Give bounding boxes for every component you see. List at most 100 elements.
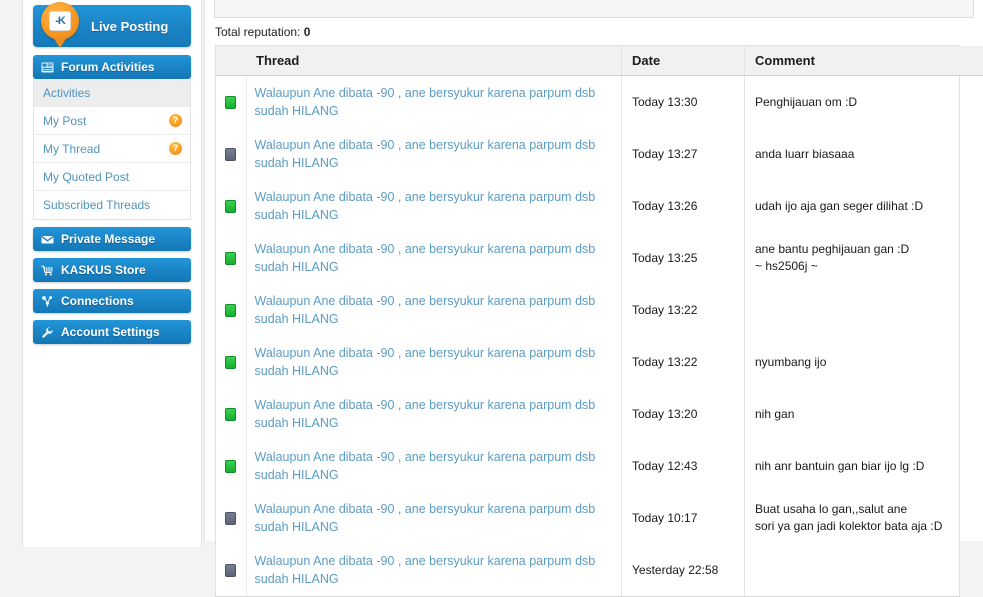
sidebar-item-my-quoted-post[interactable]: My Quoted Post <box>34 163 190 191</box>
sidebar-item-subscribed-threads[interactable]: Subscribed Threads <box>34 191 190 219</box>
comment-line: ~ hs2506j ~ <box>755 258 983 275</box>
envelope-icon <box>41 233 54 246</box>
thread-cell: Walaupun Ane dibata -90 , ane bersyukur … <box>246 544 622 596</box>
sidebar-item-label: Subscribed Threads <box>43 198 182 212</box>
sidebar-item-connections[interactable]: Connections <box>33 289 191 313</box>
thread-cell: Walaupun Ane dibata -90 , ane bersyukur … <box>246 336 622 388</box>
sidebar-block-private-message: Private Message <box>33 227 191 251</box>
table-row: Walaupun Ane dibata -90 , ane bersyukur … <box>216 544 983 596</box>
thread-cell: Walaupun Ane dibata -90 , ane bersyukur … <box>246 440 622 492</box>
kaskus-logo-badge: -K <box>49 11 71 31</box>
date-cell: Today 13:26 <box>622 180 745 232</box>
sidebar-item-activities[interactable]: Activities <box>34 79 190 107</box>
status-cell <box>216 388 246 440</box>
col-thread: Thread <box>246 46 622 76</box>
table-row: Walaupun Ane dibata -90 , ane bersyukur … <box>216 440 983 492</box>
comment-line: nih anr bantuin gan biar ijo lg :D <box>755 458 983 475</box>
sidebar-block-label: Forum Activities <box>61 60 155 74</box>
table-header-row: Thread Date Comment <box>216 46 983 76</box>
table-body: Walaupun Ane dibata -90 , ane bersyukur … <box>216 76 983 597</box>
comment-line: udah ijo aja gan seger dilihat :D <box>755 198 983 215</box>
comment-cell: nyumbang ijo <box>745 336 983 388</box>
comment-cell: udah ijo aja gan seger dilihat :D <box>745 180 983 232</box>
status-cell <box>216 232 246 284</box>
date-cell: Today 13:22 <box>622 284 745 336</box>
thread-link[interactable]: Walaupun Ane dibata -90 , ane bersyukur … <box>255 84 612 120</box>
comment-line: ane bantu peghijauan gan :D <box>755 241 983 258</box>
table-row: Walaupun Ane dibata -90 , ane bersyukur … <box>216 492 983 544</box>
sidebar-block-connections: Connections <box>33 289 191 313</box>
reputation-gray-icon <box>225 564 236 577</box>
thread-cell: Walaupun Ane dibata -90 , ane bersyukur … <box>246 388 622 440</box>
table-row: Walaupun Ane dibata -90 , ane bersyukur … <box>216 180 983 232</box>
calendar-icon <box>41 61 54 74</box>
status-cell <box>216 284 246 336</box>
comment-cell <box>745 284 983 336</box>
sidebar-item-kaskus-store[interactable]: KASKUS Store <box>33 258 191 282</box>
sidebar-item-label: Activities <box>43 86 182 100</box>
total-reputation: Total reputation: 0 <box>215 25 310 39</box>
comment-line: anda luarr biasaaa <box>755 146 983 163</box>
sidebar-block-label: Private Message <box>61 232 155 246</box>
sidebar-block-label: Account Settings <box>61 325 160 339</box>
thread-link[interactable]: Walaupun Ane dibata -90 , ane bersyukur … <box>255 552 612 588</box>
sidebar-item-label: My Quoted Post <box>43 170 182 184</box>
date-cell: Today 10:17 <box>622 492 745 544</box>
thread-link[interactable]: Walaupun Ane dibata -90 , ane bersyukur … <box>255 136 612 172</box>
thread-link[interactable]: Walaupun Ane dibata -90 , ane bersyukur … <box>255 396 612 432</box>
thread-cell: Walaupun Ane dibata -90 , ane bersyukur … <box>246 76 622 129</box>
sidebar-item-forum-activities[interactable]: Forum Activities <box>33 55 191 79</box>
sidebar-block-forum-activities: Forum ActivitiesActivitiesMy Post?My Thr… <box>33 55 191 220</box>
comment-line: sori ya gan jadi kolektor bata aja :D <box>755 518 983 535</box>
kaskus-pin-icon: -K <box>41 2 79 40</box>
thread-cell: Walaupun Ane dibata -90 , ane bersyukur … <box>246 492 622 544</box>
wrench-icon <box>41 326 54 339</box>
thread-link[interactable]: Walaupun Ane dibata -90 , ane bersyukur … <box>255 188 612 224</box>
comment-line: nyumbang ijo <box>755 354 983 371</box>
thread-link[interactable]: Walaupun Ane dibata -90 , ane bersyukur … <box>255 344 612 380</box>
main-content: Total reputation: 0 Thread Date Comment … <box>204 0 983 541</box>
comment-cell: ane bantu peghijauan gan :D~ hs2506j ~ <box>745 232 983 284</box>
reputation-table: Thread Date Comment Walaupun Ane dibata … <box>216 46 983 596</box>
sidebar-item-my-post[interactable]: My Post? <box>34 107 190 135</box>
table-row: Walaupun Ane dibata -90 , ane bersyukur … <box>216 128 983 180</box>
table-row: Walaupun Ane dibata -90 , ane bersyukur … <box>216 388 983 440</box>
reputation-gray-icon <box>225 148 236 161</box>
thread-cell: Walaupun Ane dibata -90 , ane bersyukur … <box>246 128 622 180</box>
status-cell <box>216 76 246 129</box>
thread-link[interactable]: Walaupun Ane dibata -90 , ane bersyukur … <box>255 500 612 536</box>
sidebar-item-account-settings[interactable]: Account Settings <box>33 320 191 344</box>
thread-cell: Walaupun Ane dibata -90 , ane bersyukur … <box>246 180 622 232</box>
thread-link[interactable]: Walaupun Ane dibata -90 , ane bersyukur … <box>255 448 612 484</box>
table-head: Thread Date Comment <box>216 46 983 76</box>
network-icon <box>41 295 54 308</box>
comment-line: Penghijauan om :D <box>755 94 983 111</box>
table-row: Walaupun Ane dibata -90 , ane bersyukur … <box>216 284 983 336</box>
help-icon[interactable]: ? <box>169 114 182 127</box>
reputation-green-icon <box>225 408 236 421</box>
comment-line: nih gan <box>755 406 983 423</box>
sidebar-item-label: My Post <box>43 114 169 128</box>
help-icon[interactable]: ? <box>169 142 182 155</box>
live-posting-button[interactable]: -K Live Posting <box>33 5 191 47</box>
panel-header-partial <box>214 0 974 18</box>
comment-cell: Buat usaha lo gan,,salut anesori ya gan … <box>745 492 983 544</box>
reputation-green-icon <box>225 200 236 213</box>
sidebar-item-label: My Thread <box>43 142 169 156</box>
thread-link[interactable]: Walaupun Ane dibata -90 , ane bersyukur … <box>255 240 612 276</box>
status-cell <box>216 440 246 492</box>
comment-cell <box>745 544 983 596</box>
page-root: -K Live Posting Forum Activities Activiti… <box>0 0 983 547</box>
thread-link[interactable]: Walaupun Ane dibata -90 , ane bersyukur … <box>255 292 612 328</box>
thread-cell: Walaupun Ane dibata -90 , ane bersyukur … <box>246 284 622 336</box>
status-cell <box>216 336 246 388</box>
total-reputation-label: Total reputation: <box>215 25 300 39</box>
sidebar-block-account-settings: Account Settings <box>33 320 191 344</box>
comment-cell: nih anr bantuin gan biar ijo lg :D <box>745 440 983 492</box>
sidebar-item-private-message[interactable]: Private Message <box>33 227 191 251</box>
status-cell <box>216 180 246 232</box>
date-cell: Today 13:20 <box>622 388 745 440</box>
reputation-gray-icon <box>225 512 236 525</box>
sidebar-item-my-thread[interactable]: My Thread? <box>34 135 190 163</box>
date-cell: Today 13:27 <box>622 128 745 180</box>
